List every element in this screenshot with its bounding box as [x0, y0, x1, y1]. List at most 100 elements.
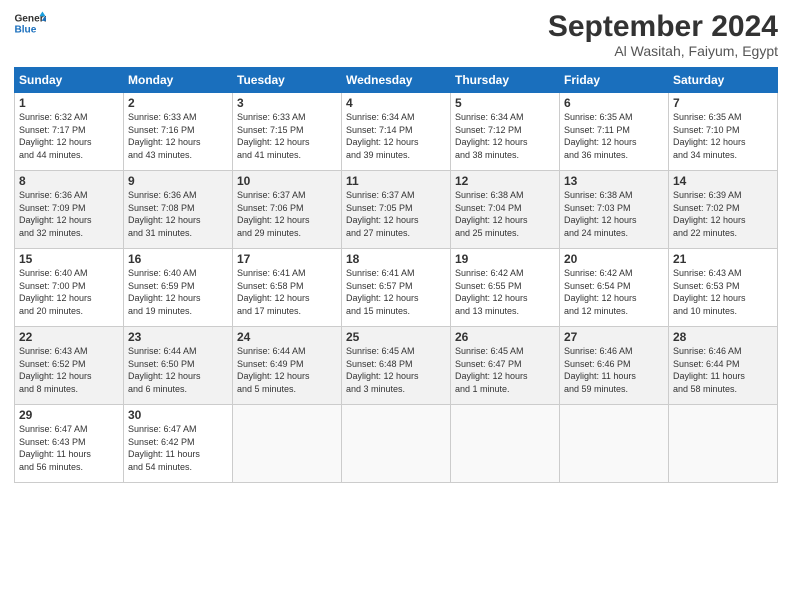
table-row	[669, 405, 778, 483]
day-info: Sunrise: 6:38 AM Sunset: 7:03 PM Dayligh…	[564, 189, 664, 239]
table-row: 14Sunrise: 6:39 AM Sunset: 7:02 PM Dayli…	[669, 171, 778, 249]
day-info: Sunrise: 6:47 AM Sunset: 6:42 PM Dayligh…	[128, 423, 228, 473]
location: Al Wasitah, Faiyum, Egypt	[548, 43, 778, 59]
table-row: 28Sunrise: 6:46 AM Sunset: 6:44 PM Dayli…	[669, 327, 778, 405]
day-number: 6	[564, 96, 664, 110]
day-info: Sunrise: 6:34 AM Sunset: 7:12 PM Dayligh…	[455, 111, 555, 161]
table-row: 19Sunrise: 6:42 AM Sunset: 6:55 PM Dayli…	[451, 249, 560, 327]
table-row: 29Sunrise: 6:47 AM Sunset: 6:43 PM Dayli…	[15, 405, 124, 483]
col-monday: Monday	[124, 68, 233, 93]
day-info: Sunrise: 6:32 AM Sunset: 7:17 PM Dayligh…	[19, 111, 119, 161]
day-number: 30	[128, 408, 228, 422]
table-row: 27Sunrise: 6:46 AM Sunset: 6:46 PM Dayli…	[560, 327, 669, 405]
table-row	[451, 405, 560, 483]
day-number: 1	[19, 96, 119, 110]
day-number: 24	[237, 330, 337, 344]
day-info: Sunrise: 6:41 AM Sunset: 6:58 PM Dayligh…	[237, 267, 337, 317]
day-info: Sunrise: 6:40 AM Sunset: 6:59 PM Dayligh…	[128, 267, 228, 317]
day-number: 12	[455, 174, 555, 188]
title-block: September 2024 Al Wasitah, Faiyum, Egypt	[548, 10, 778, 59]
day-number: 13	[564, 174, 664, 188]
day-info: Sunrise: 6:45 AM Sunset: 6:47 PM Dayligh…	[455, 345, 555, 395]
table-row: 5Sunrise: 6:34 AM Sunset: 7:12 PM Daylig…	[451, 93, 560, 171]
day-info: Sunrise: 6:36 AM Sunset: 7:09 PM Dayligh…	[19, 189, 119, 239]
col-tuesday: Tuesday	[233, 68, 342, 93]
day-info: Sunrise: 6:41 AM Sunset: 6:57 PM Dayligh…	[346, 267, 446, 317]
day-info: Sunrise: 6:43 AM Sunset: 6:52 PM Dayligh…	[19, 345, 119, 395]
svg-text:Blue: Blue	[14, 25, 36, 36]
table-row: 13Sunrise: 6:38 AM Sunset: 7:03 PM Dayli…	[560, 171, 669, 249]
table-row: 4Sunrise: 6:34 AM Sunset: 7:14 PM Daylig…	[342, 93, 451, 171]
table-row: 1Sunrise: 6:32 AM Sunset: 7:17 PM Daylig…	[15, 93, 124, 171]
day-number: 9	[128, 174, 228, 188]
day-info: Sunrise: 6:37 AM Sunset: 7:06 PM Dayligh…	[237, 189, 337, 239]
col-sunday: Sunday	[15, 68, 124, 93]
col-thursday: Thursday	[451, 68, 560, 93]
table-row: 18Sunrise: 6:41 AM Sunset: 6:57 PM Dayli…	[342, 249, 451, 327]
day-number: 22	[19, 330, 119, 344]
calendar-week-row: 15Sunrise: 6:40 AM Sunset: 7:00 PM Dayli…	[15, 249, 778, 327]
table-row	[560, 405, 669, 483]
day-number: 21	[673, 252, 773, 266]
day-number: 4	[346, 96, 446, 110]
calendar-week-row: 22Sunrise: 6:43 AM Sunset: 6:52 PM Dayli…	[15, 327, 778, 405]
day-number: 7	[673, 96, 773, 110]
day-number: 28	[673, 330, 773, 344]
day-info: Sunrise: 6:40 AM Sunset: 7:00 PM Dayligh…	[19, 267, 119, 317]
day-info: Sunrise: 6:35 AM Sunset: 7:10 PM Dayligh…	[673, 111, 773, 161]
table-row: 8Sunrise: 6:36 AM Sunset: 7:09 PM Daylig…	[15, 171, 124, 249]
table-row: 10Sunrise: 6:37 AM Sunset: 7:06 PM Dayli…	[233, 171, 342, 249]
day-number: 27	[564, 330, 664, 344]
day-info: Sunrise: 6:46 AM Sunset: 6:46 PM Dayligh…	[564, 345, 664, 395]
table-row: 3Sunrise: 6:33 AM Sunset: 7:15 PM Daylig…	[233, 93, 342, 171]
col-wednesday: Wednesday	[342, 68, 451, 93]
day-info: Sunrise: 6:44 AM Sunset: 6:49 PM Dayligh…	[237, 345, 337, 395]
table-row: 15Sunrise: 6:40 AM Sunset: 7:00 PM Dayli…	[15, 249, 124, 327]
day-info: Sunrise: 6:42 AM Sunset: 6:55 PM Dayligh…	[455, 267, 555, 317]
day-info: Sunrise: 6:35 AM Sunset: 7:11 PM Dayligh…	[564, 111, 664, 161]
day-number: 11	[346, 174, 446, 188]
day-number: 20	[564, 252, 664, 266]
table-row: 24Sunrise: 6:44 AM Sunset: 6:49 PM Dayli…	[233, 327, 342, 405]
table-row: 6Sunrise: 6:35 AM Sunset: 7:11 PM Daylig…	[560, 93, 669, 171]
table-row: 17Sunrise: 6:41 AM Sunset: 6:58 PM Dayli…	[233, 249, 342, 327]
day-number: 19	[455, 252, 555, 266]
table-row	[342, 405, 451, 483]
table-row: 9Sunrise: 6:36 AM Sunset: 7:08 PM Daylig…	[124, 171, 233, 249]
day-number: 17	[237, 252, 337, 266]
calendar-week-row: 8Sunrise: 6:36 AM Sunset: 7:09 PM Daylig…	[15, 171, 778, 249]
table-row: 20Sunrise: 6:42 AM Sunset: 6:54 PM Dayli…	[560, 249, 669, 327]
table-row: 7Sunrise: 6:35 AM Sunset: 7:10 PM Daylig…	[669, 93, 778, 171]
day-info: Sunrise: 6:43 AM Sunset: 6:53 PM Dayligh…	[673, 267, 773, 317]
table-row: 26Sunrise: 6:45 AM Sunset: 6:47 PM Dayli…	[451, 327, 560, 405]
day-info: Sunrise: 6:42 AM Sunset: 6:54 PM Dayligh…	[564, 267, 664, 317]
table-row: 11Sunrise: 6:37 AM Sunset: 7:05 PM Dayli…	[342, 171, 451, 249]
table-row: 30Sunrise: 6:47 AM Sunset: 6:42 PM Dayli…	[124, 405, 233, 483]
table-row: 2Sunrise: 6:33 AM Sunset: 7:16 PM Daylig…	[124, 93, 233, 171]
table-row: 23Sunrise: 6:44 AM Sunset: 6:50 PM Dayli…	[124, 327, 233, 405]
day-number: 8	[19, 174, 119, 188]
day-number: 14	[673, 174, 773, 188]
header: General Blue September 2024 Al Wasitah, …	[14, 10, 778, 59]
day-number: 25	[346, 330, 446, 344]
day-info: Sunrise: 6:44 AM Sunset: 6:50 PM Dayligh…	[128, 345, 228, 395]
day-number: 18	[346, 252, 446, 266]
day-number: 2	[128, 96, 228, 110]
day-info: Sunrise: 6:37 AM Sunset: 7:05 PM Dayligh…	[346, 189, 446, 239]
day-number: 23	[128, 330, 228, 344]
day-info: Sunrise: 6:45 AM Sunset: 6:48 PM Dayligh…	[346, 345, 446, 395]
day-number: 29	[19, 408, 119, 422]
month-title: September 2024	[548, 10, 778, 43]
day-info: Sunrise: 6:34 AM Sunset: 7:14 PM Dayligh…	[346, 111, 446, 161]
table-row: 21Sunrise: 6:43 AM Sunset: 6:53 PM Dayli…	[669, 249, 778, 327]
table-row: 25Sunrise: 6:45 AM Sunset: 6:48 PM Dayli…	[342, 327, 451, 405]
calendar-week-row: 29Sunrise: 6:47 AM Sunset: 6:43 PM Dayli…	[15, 405, 778, 483]
day-info: Sunrise: 6:33 AM Sunset: 7:15 PM Dayligh…	[237, 111, 337, 161]
logo: General Blue	[14, 10, 46, 38]
day-number: 26	[455, 330, 555, 344]
day-info: Sunrise: 6:36 AM Sunset: 7:08 PM Dayligh…	[128, 189, 228, 239]
calendar-table: Sunday Monday Tuesday Wednesday Thursday…	[14, 67, 778, 483]
day-info: Sunrise: 6:38 AM Sunset: 7:04 PM Dayligh…	[455, 189, 555, 239]
calendar-week-row: 1Sunrise: 6:32 AM Sunset: 7:17 PM Daylig…	[15, 93, 778, 171]
col-friday: Friday	[560, 68, 669, 93]
